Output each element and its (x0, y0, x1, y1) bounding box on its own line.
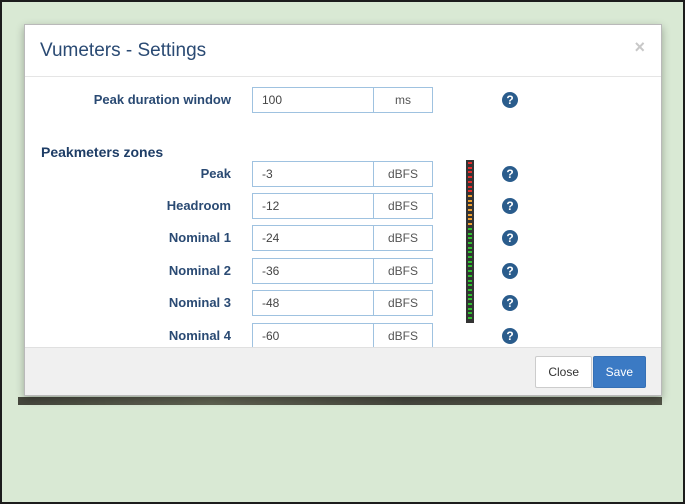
meter-segment-headroom (468, 194, 472, 197)
close-icon[interactable]: × (634, 38, 645, 56)
meter-segment-nominal (468, 274, 472, 277)
zone-row-nominal-1: Nominal 1 dBFS ? (25, 225, 661, 251)
background-strip (18, 397, 662, 405)
meter-segment-peak (468, 162, 472, 164)
meter-segment-nominal (468, 246, 472, 249)
meter-segment-peak (468, 171, 472, 174)
meter-segment-peak (468, 166, 472, 169)
help-icon[interactable]: ? (502, 230, 518, 246)
dialog-header: Vumeters - Settings × (25, 25, 661, 77)
zone-input-group: dBFS (252, 290, 433, 316)
zone-input-group: dBFS (252, 193, 433, 219)
peak-input[interactable] (252, 161, 374, 187)
meter-segment-headroom (468, 199, 472, 202)
meter-segment-nominal (468, 251, 472, 254)
dialog-title: Vumeters - Settings (40, 40, 207, 61)
zone-unit: dBFS (374, 323, 433, 349)
help-icon[interactable]: ? (502, 263, 518, 279)
zone-input-group: dBFS (252, 258, 433, 284)
meter-segment-nominal (468, 265, 472, 268)
meter-segment-nominal (468, 279, 472, 282)
meter-segment-nominal (468, 270, 472, 273)
meter-segment-headroom (468, 218, 472, 221)
meter-segment-peak (468, 176, 472, 179)
headroom-input[interactable] (252, 193, 374, 219)
meter-segment-nominal (468, 284, 472, 287)
zone-label: Nominal 1 (168, 230, 231, 245)
peak-duration-input-group: ms (252, 87, 433, 113)
zone-unit: dBFS (374, 258, 433, 284)
peak-duration-label: Peak duration window (93, 92, 231, 107)
help-icon[interactable]: ? (502, 92, 518, 108)
peak-duration-input[interactable] (252, 87, 374, 113)
peak-duration-row: Peak duration window ms ? (25, 87, 661, 113)
zone-row-nominal-2: Nominal 2 dBFS ? (25, 258, 661, 284)
meter-segment-peak (468, 180, 472, 183)
help-icon[interactable]: ? (502, 166, 518, 182)
meter-segment-nominal (468, 232, 472, 235)
meter-segment-nominal (468, 317, 472, 320)
meter-segment-nominal (468, 293, 472, 296)
zone-input-group: dBFS (252, 161, 433, 187)
meter-segment-nominal (468, 237, 472, 240)
meter-segment-nominal (468, 260, 472, 263)
meter-segment-headroom (468, 204, 472, 207)
help-icon[interactable]: ? (502, 328, 518, 344)
meter-segment-nominal (468, 312, 472, 315)
close-button[interactable]: Close (535, 356, 592, 388)
zone-label: Nominal 3 (168, 295, 231, 310)
dialog-body: Peak duration window ms ? Peakmeters zon… (25, 77, 661, 349)
zone-input-group: dBFS (252, 323, 433, 349)
zone-label: Headroom (166, 198, 231, 213)
help-icon[interactable]: ? (502, 295, 518, 311)
zone-unit: dBFS (374, 225, 433, 251)
nominal-3-input[interactable] (252, 290, 374, 316)
dialog-footer: Close Save (25, 347, 661, 395)
meter-segment-nominal (468, 298, 472, 301)
zone-row-headroom: Headroom dBFS ? (25, 193, 661, 219)
nominal-2-input[interactable] (252, 258, 374, 284)
meter-segment-headroom (468, 223, 472, 226)
meter-segment-headroom (468, 209, 472, 211)
meter-segment-peak (468, 190, 472, 193)
settings-dialog: Vumeters - Settings × Peak duration wind… (24, 24, 662, 396)
zone-unit: dBFS (374, 290, 433, 316)
help-icon[interactable]: ? (502, 198, 518, 214)
zone-unit: dBFS (374, 193, 433, 219)
zone-label: Nominal 2 (168, 263, 231, 278)
page: { "dialog": { "title": "Vumeters - Setti… (0, 0, 685, 504)
zone-input-group: dBFS (252, 225, 433, 251)
meter-segment-nominal (468, 303, 472, 305)
meter-segment-nominal (468, 227, 472, 230)
peakmeter-preview (466, 160, 474, 323)
zone-row-nominal-3: Nominal 3 dBFS ? (25, 290, 661, 316)
zone-row-peak: Peak dBFS ? (25, 161, 661, 187)
nominal-4-input[interactable] (252, 323, 374, 349)
zone-label: Nominal 4 (168, 328, 231, 343)
zone-label: Peak (200, 166, 231, 181)
save-button[interactable]: Save (592, 356, 646, 388)
meter-segment-peak (468, 185, 472, 188)
meter-segment-nominal (468, 307, 472, 310)
peak-duration-unit: ms (374, 87, 433, 113)
meter-segment-nominal (468, 288, 472, 291)
peakmeters-zones-heading: Peakmeters zones (41, 144, 164, 160)
zone-row-nominal-4: Nominal 4 dBFS ? (25, 323, 661, 349)
zone-unit: dBFS (374, 161, 433, 187)
meter-segment-nominal (468, 256, 472, 258)
nominal-1-input[interactable] (252, 225, 374, 251)
meter-segment-headroom (468, 213, 472, 216)
meter-segment-nominal (468, 241, 472, 244)
